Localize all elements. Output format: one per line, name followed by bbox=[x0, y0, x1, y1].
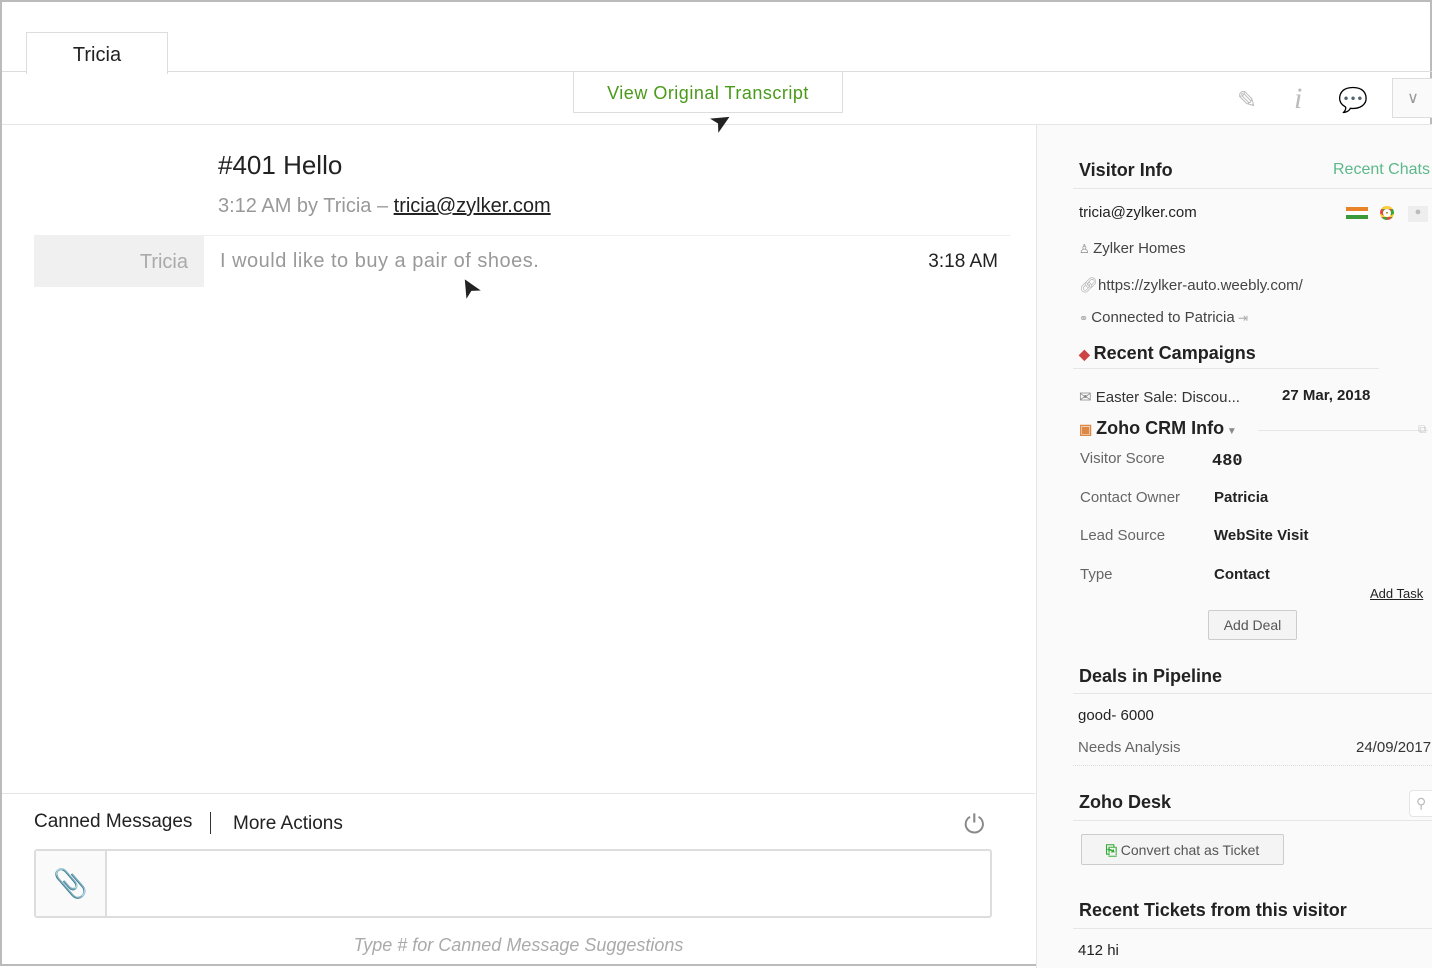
crm-label: Visitor Score bbox=[1080, 450, 1165, 467]
add-deal-button[interactable]: Add Deal bbox=[1208, 610, 1297, 640]
chat-meta: 3:12 AM by Tricia – tricia@zylker.com bbox=[218, 195, 551, 218]
crm-label: Contact Owner bbox=[1080, 489, 1181, 506]
org-icon: ♙ bbox=[1079, 242, 1094, 256]
visitor-email-link[interactable]: tricia@zylker.com bbox=[394, 195, 551, 217]
ticket-item[interactable]: 412 hi bbox=[1078, 942, 1119, 959]
convert-ticket-button[interactable]: ⎘ Convert chat as Ticket bbox=[1081, 834, 1284, 865]
crm-title: Zoho CRM Info bbox=[1096, 418, 1225, 438]
chat-visitor-icon[interactable]: 💬 bbox=[1338, 86, 1368, 115]
edit-icon[interactable]: ✎ bbox=[1237, 86, 1257, 115]
crm-label: Lead Source bbox=[1080, 527, 1166, 544]
message-text: I would like to buy a pair of shoes. bbox=[220, 250, 540, 272]
transfer-icon[interactable]: ⇥ bbox=[1235, 311, 1248, 325]
divider bbox=[2, 793, 1035, 794]
visitor-url[interactable]: 🔗︎https://zylker-auto.weebly.com/ bbox=[1079, 276, 1303, 294]
divider bbox=[1073, 820, 1432, 821]
campaign-item: ✉ Easter Sale: Discou... bbox=[1079, 388, 1240, 406]
visitor-email: tricia@zylker.com bbox=[1079, 204, 1197, 221]
message-time: 3:18 AM bbox=[928, 251, 998, 272]
deal-date: 24/09/2017 bbox=[1356, 739, 1432, 756]
connected-text: Connected to Patricia bbox=[1091, 309, 1235, 326]
chat-meta-text: 3:12 AM by Tricia – bbox=[218, 195, 394, 217]
recent-chats-link[interactable]: Recent Chats bbox=[1333, 161, 1430, 179]
crm-heading[interactable]: ▣ Zoho CRM Info ▼ bbox=[1079, 418, 1237, 439]
external-link-icon[interactable]: ⧉ bbox=[1418, 422, 1427, 437]
visitor-info-heading: Visitor Info bbox=[1079, 160, 1173, 180]
divider bbox=[1073, 368, 1379, 369]
india-flag-icon bbox=[1346, 207, 1368, 219]
campaign-date: 27 Mar, 2018 bbox=[1282, 387, 1371, 404]
chevron-down-icon[interactable]: ∨ bbox=[1392, 78, 1432, 118]
separator bbox=[210, 812, 211, 834]
crm-label: Type bbox=[1080, 566, 1113, 583]
chat-title: #401 Hello bbox=[218, 150, 343, 180]
view-original-transcript-button[interactable]: View Original Transcript bbox=[573, 72, 843, 113]
binoculars-icon: ⚭ bbox=[1079, 313, 1092, 325]
campaign-name: Easter Sale: Discou... bbox=[1095, 389, 1240, 406]
canned-messages-button[interactable]: Canned Messages bbox=[34, 811, 192, 833]
deals-heading: Deals in Pipeline bbox=[1079, 666, 1223, 686]
search-icon[interactable]: ⚲ bbox=[1409, 790, 1432, 817]
caret-down-icon: ▼ bbox=[1224, 426, 1237, 437]
info-icon[interactable]: i bbox=[1294, 82, 1302, 116]
deal-stage: Needs Analysis bbox=[1078, 739, 1181, 756]
zoho-desk-heading: Zoho Desk bbox=[1079, 792, 1172, 812]
divider bbox=[1073, 188, 1432, 189]
crm-icon: ▣ bbox=[1079, 421, 1097, 437]
message-input[interactable] bbox=[108, 851, 990, 916]
ticket-icon: ⎘ bbox=[1105, 842, 1121, 858]
apple-icon: ● bbox=[1408, 206, 1428, 222]
url-text: https://zylker-auto.weebly.com/ bbox=[1098, 277, 1303, 294]
divider bbox=[1073, 928, 1432, 929]
mail-icon: ✉ bbox=[1079, 389, 1096, 406]
visitor-company: ♙ Zylker Homes bbox=[1079, 240, 1186, 257]
chrome-icon bbox=[1380, 206, 1394, 220]
recent-tickets-heading: Recent Tickets from this visitor bbox=[1079, 900, 1347, 920]
company-text: Zylker Homes bbox=[1093, 240, 1186, 257]
message-row: Tricia I would like to buy a pair of sho… bbox=[34, 235, 1010, 287]
attachment-icon[interactable]: 📎 bbox=[36, 851, 107, 916]
crm-value: WebSite Visit bbox=[1214, 527, 1309, 544]
crm-value: Patricia bbox=[1214, 489, 1269, 506]
tab-tricia[interactable]: Tricia bbox=[26, 32, 168, 74]
visitor-connected: ⚭ Connected to Patricia ⇥ bbox=[1079, 309, 1248, 326]
campaign-icon: ◆ bbox=[1079, 346, 1094, 362]
canned-hint: Type # for Canned Message Suggestions bbox=[353, 935, 684, 955]
power-icon[interactable]: ⏻ bbox=[964, 809, 985, 841]
crm-value: Contact bbox=[1214, 566, 1270, 583]
divider bbox=[1258, 430, 1428, 431]
crm-value: 480 bbox=[1212, 452, 1243, 471]
convert-label: Convert chat as Ticket bbox=[1120, 842, 1260, 858]
link-icon: 🔗︎ bbox=[1079, 277, 1099, 294]
more-actions-button[interactable]: More Actions bbox=[233, 813, 343, 835]
recent-campaigns-heading: ◆ Recent Campaigns bbox=[1079, 343, 1256, 364]
campaigns-title: Recent Campaigns bbox=[1093, 343, 1256, 363]
message-sender: Tricia bbox=[34, 236, 204, 287]
message-input-box: 📎 bbox=[34, 849, 992, 918]
add-task-link[interactable]: Add Task bbox=[1370, 586, 1423, 601]
deal-name[interactable]: good- 6000 bbox=[1078, 707, 1154, 724]
divider bbox=[1073, 693, 1432, 694]
divider bbox=[1073, 765, 1432, 766]
